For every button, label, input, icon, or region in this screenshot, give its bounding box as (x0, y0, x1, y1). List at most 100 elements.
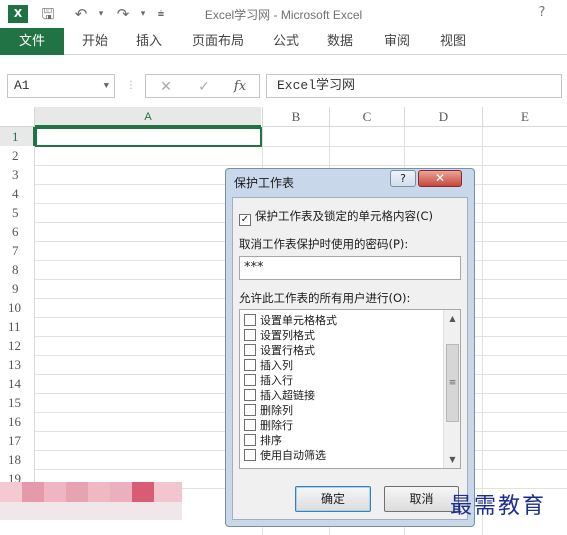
permission-label: 插入行 (260, 374, 293, 387)
list-item[interactable]: 设置单元格格式 (244, 312, 337, 327)
row-header[interactable]: 4 (0, 184, 35, 203)
row-header[interactable]: 16 (0, 412, 35, 431)
name-box-value: A1 (14, 78, 30, 93)
watermark-text: 最需教育 (450, 494, 547, 519)
row-header[interactable]: 8 (0, 260, 35, 279)
tab-formulas[interactable]: 公式 (273, 28, 299, 55)
checkbox-icon[interactable] (244, 359, 256, 371)
dialog-close-button[interactable]: ✕ (418, 170, 462, 187)
help-icon[interactable]: ? (533, 5, 551, 23)
pixelated-overlay (0, 482, 182, 502)
pixelated-overlay-lower (0, 502, 182, 520)
select-all-corner[interactable] (0, 107, 35, 127)
permissions-list[interactable]: 设置单元格格式 设置列格式 设置行格式 插入列 插入行 插入超链接 删除列 删除… (239, 309, 461, 469)
permission-label: 排序 (260, 434, 282, 447)
row-header[interactable]: 18 (0, 450, 35, 469)
list-item[interactable]: 排序 (244, 432, 282, 447)
formula-bar: A1 ▼ ⋮ ✕ ✓ fx Excel学习网 (0, 72, 567, 100)
row-header[interactable]: 3 (0, 165, 35, 184)
row-header[interactable]: 13 (0, 355, 35, 374)
gridline (482, 127, 483, 535)
checkbox-icon[interactable] (244, 404, 256, 416)
dialog-title: 保护工作表 (234, 176, 295, 190)
enter-icon[interactable]: ✓ (192, 77, 216, 97)
permission-label: 插入超链接 (260, 389, 315, 402)
column-header-d[interactable]: D (404, 107, 482, 127)
row-header[interactable]: 2 (0, 146, 35, 165)
checkbox-icon[interactable] (244, 329, 256, 341)
scroll-up-icon[interactable]: ▲ (444, 310, 460, 327)
tab-data[interactable]: 数据 (327, 28, 353, 55)
ok-button[interactable]: 确定 (295, 486, 371, 512)
drag-handle-icon[interactable]: ⋮ (126, 80, 136, 91)
column-header-b[interactable]: B (262, 107, 329, 127)
tab-view[interactable]: 视图 (440, 28, 466, 55)
list-item[interactable]: 设置行格式 (244, 342, 315, 357)
dialog-body: ✓ 保护工作表及锁定的单元格内容(C) 取消工作表保护时使用的密码(P): ***… (232, 197, 468, 520)
column-header-e[interactable]: E (482, 107, 567, 127)
name-box[interactable]: A1 ▼ (7, 74, 115, 98)
permission-label: 设置单元格格式 (260, 314, 337, 327)
row-header[interactable]: 7 (0, 241, 35, 260)
row-header[interactable]: 10 (0, 298, 35, 317)
formula-buttons: ✕ ✓ fx (145, 74, 260, 98)
row-header[interactable]: 12 (0, 336, 35, 355)
permission-label: 使用自动筛选 (260, 449, 326, 462)
allow-users-label: 允许此工作表的所有用户进行(O): (239, 291, 411, 305)
selected-cell-a1[interactable] (35, 127, 262, 147)
dialog-help-button[interactable]: ? (390, 170, 416, 187)
formula-input[interactable]: Excel学习网 (266, 74, 562, 98)
tab-insert[interactable]: 插入 (136, 28, 162, 55)
tab-page-layout[interactable]: 页面布局 (192, 28, 244, 55)
ribbon-collapsed-area (0, 56, 567, 72)
checkbox-icon[interactable] (244, 314, 256, 326)
list-item[interactable]: 使用自动筛选 (244, 447, 326, 462)
gridline (35, 165, 567, 166)
chevron-down-icon[interactable]: ▼ (104, 75, 109, 97)
row-header[interactable]: 11 (0, 317, 35, 336)
cancel-icon[interactable]: ✕ (154, 77, 178, 97)
permission-label: 设置列格式 (260, 329, 315, 342)
permission-label: 插入列 (260, 359, 293, 372)
tab-home[interactable]: 开始 (82, 28, 108, 55)
checkbox-icon[interactable] (244, 419, 256, 431)
protect-contents-checkbox[interactable]: ✓ 保护工作表及锁定的单元格内容(C) (239, 208, 433, 226)
insert-function-icon[interactable]: fx (228, 77, 252, 97)
row-header[interactable]: 9 (0, 279, 35, 298)
checkbox-icon[interactable] (244, 389, 256, 401)
password-input[interactable]: *** (239, 256, 461, 280)
list-item[interactable]: 删除列 (244, 402, 293, 417)
list-item[interactable]: 删除行 (244, 417, 293, 432)
title-bar: X 🖫 ↶ ▾ ↷ ▾ ⩧ Excel学习网 - Microsoft Excel… (0, 0, 567, 28)
window-title: Excel学习网 - Microsoft Excel (204, 8, 363, 22)
scroll-down-icon[interactable]: ▼ (444, 451, 460, 468)
list-item[interactable]: 插入行 (244, 372, 293, 387)
row-header[interactable]: 15 (0, 393, 35, 412)
permission-label: 删除行 (260, 419, 293, 432)
tab-review[interactable]: 审阅 (384, 28, 410, 55)
list-item[interactable]: 插入超链接 (244, 387, 315, 402)
column-header-c[interactable]: C (329, 107, 404, 127)
scrollbar-thumb[interactable]: ≡ (446, 344, 459, 422)
row-header[interactable]: 17 (0, 431, 35, 450)
ribbon-tabs: 文件 开始 插入 页面布局 公式 数据 审阅 视图 (0, 28, 567, 55)
checkbox-icon[interactable] (244, 374, 256, 386)
row-header[interactable]: 5 (0, 203, 35, 222)
row-header[interactable]: 1 (0, 127, 35, 146)
permission-label: 设置行格式 (260, 344, 315, 357)
column-header-a[interactable]: A (35, 107, 261, 127)
checkbox-checked-icon[interactable]: ✓ (239, 214, 251, 226)
protect-sheet-dialog: 保护工作表 ? ✕ ✓ 保护工作表及锁定的单元格内容(C) 取消工作表保护时使用的… (225, 168, 475, 527)
checkbox-icon[interactable] (244, 434, 256, 446)
protect-contents-label: 保护工作表及锁定的单元格内容(C) (255, 209, 434, 223)
checkbox-icon[interactable] (244, 449, 256, 461)
list-item[interactable]: 插入列 (244, 357, 293, 372)
cancel-button[interactable]: 取消 (384, 486, 459, 512)
row-header[interactable]: 14 (0, 374, 35, 393)
list-scrollbar[interactable]: ▲ ≡ ▼ (443, 310, 460, 468)
permission-label: 删除列 (260, 404, 293, 417)
row-header[interactable]: 6 (0, 222, 35, 241)
checkbox-icon[interactable] (244, 344, 256, 356)
list-item[interactable]: 设置列格式 (244, 327, 315, 342)
tab-file[interactable]: 文件 (0, 28, 64, 55)
